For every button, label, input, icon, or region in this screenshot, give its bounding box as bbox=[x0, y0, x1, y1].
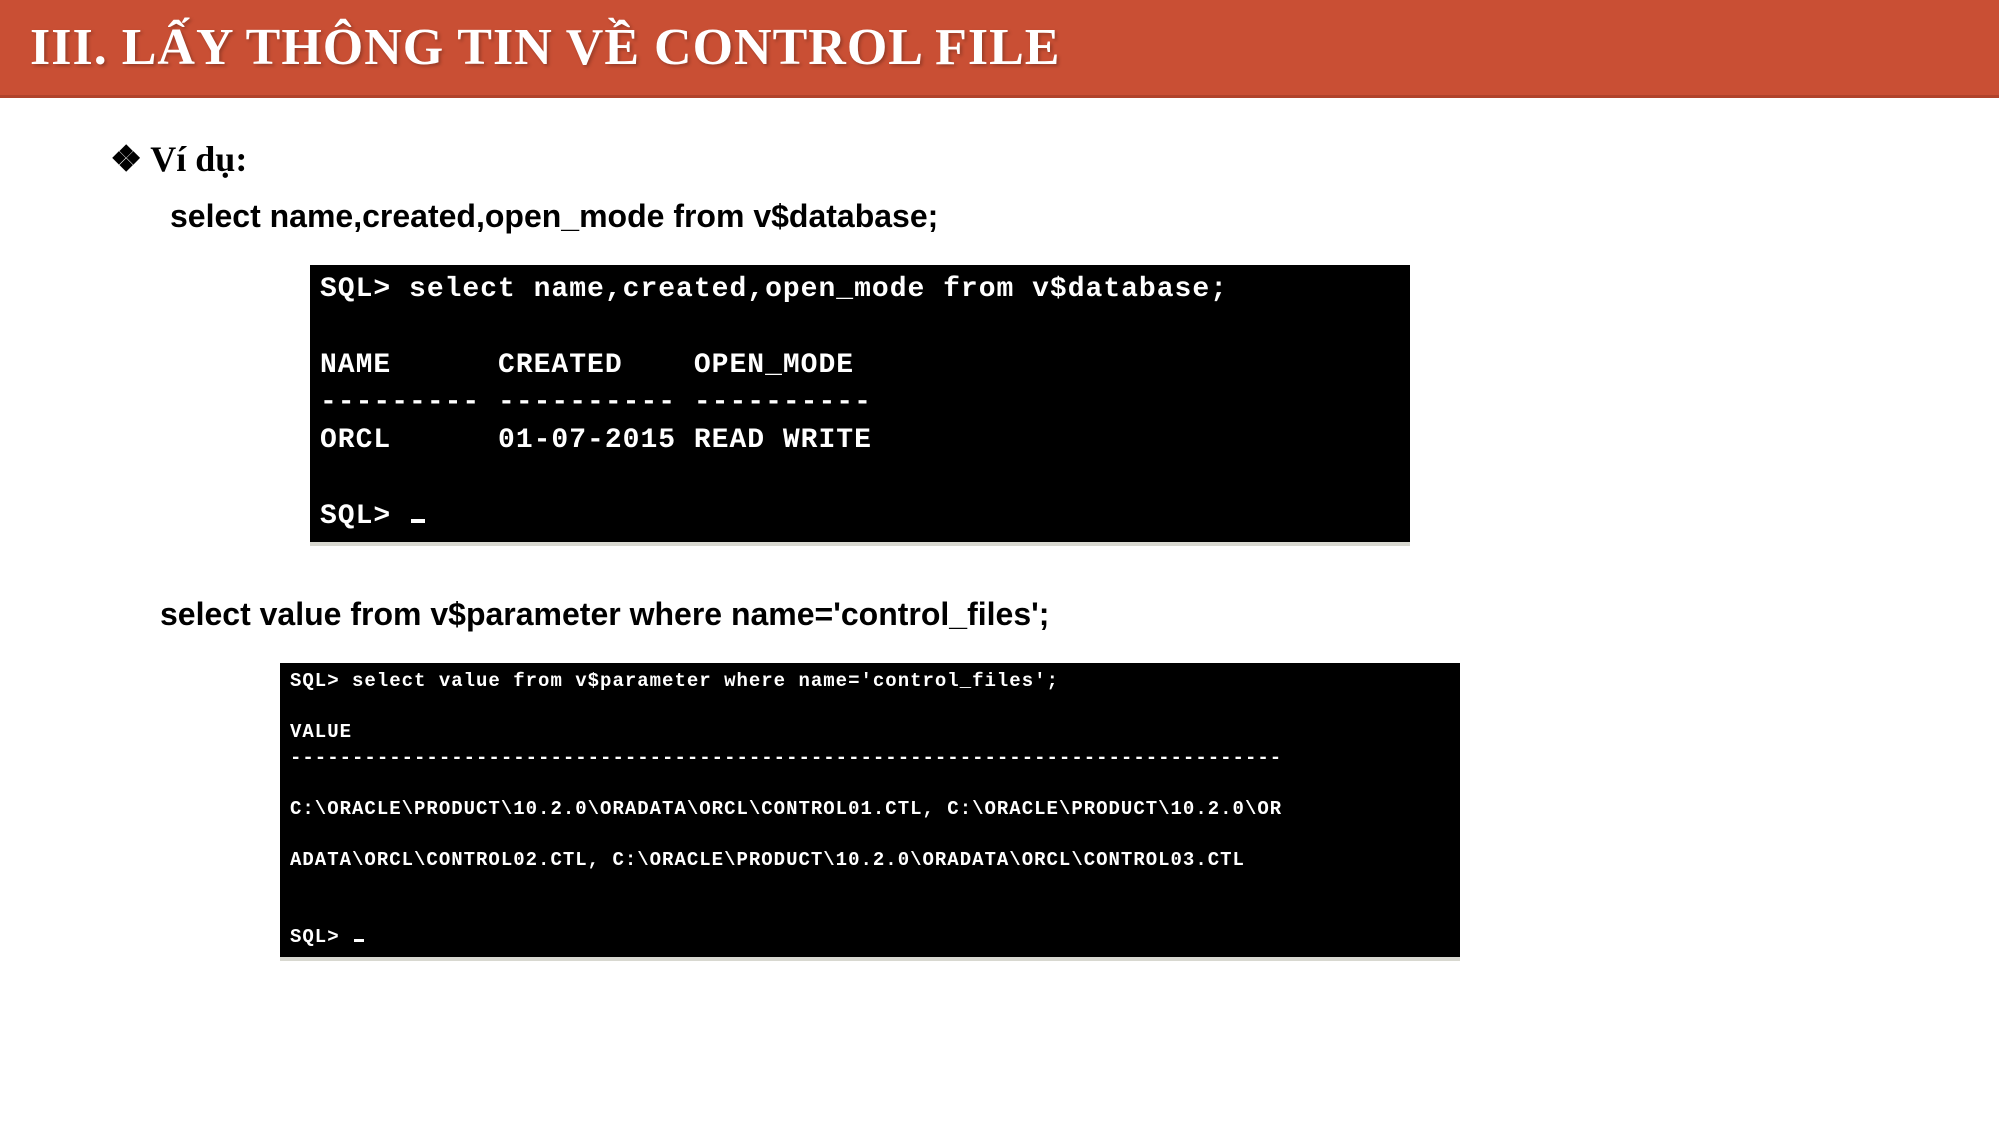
t1-line7: SQL> bbox=[320, 501, 409, 532]
slide-title: III. LẤY THÔNG TIN VỀ CONTROL FILE bbox=[30, 19, 1060, 76]
bullet-icon: ❖ bbox=[110, 138, 142, 179]
t1-line4: --------- ---------- ---------- bbox=[320, 387, 872, 418]
t2-line8: ADATA\ORCL\CONTROL02.CTL, C:\ORACLE\PROD… bbox=[290, 849, 1245, 871]
example-label: Ví dụ: bbox=[150, 139, 247, 179]
example-header: ❖Ví dụ: bbox=[110, 138, 1899, 180]
cursor-icon bbox=[411, 519, 425, 523]
t1-line5: ORCL 01-07-2015 READ WRITE bbox=[320, 425, 872, 456]
t1-line1: SQL> select name,created,open_mode from … bbox=[320, 274, 1228, 305]
slide-title-bar: III. LẤY THÔNG TIN VỀ CONTROL FILE bbox=[0, 0, 1999, 98]
t2-line3: VALUE bbox=[290, 721, 352, 743]
cursor-icon bbox=[354, 939, 364, 942]
terminal-output-1: SQL> select name,created,open_mode from … bbox=[310, 265, 1410, 546]
t2-line11: SQL> bbox=[290, 926, 352, 948]
sql-statement-2: select value from v$parameter where name… bbox=[160, 596, 1899, 633]
t2-line6: C:\ORACLE\PRODUCT\10.2.0\ORADATA\ORCL\CO… bbox=[290, 798, 1282, 820]
t2-line4: ----------------------------------------… bbox=[290, 747, 1282, 769]
t1-line3: NAME CREATED OPEN_MODE bbox=[320, 350, 854, 381]
t2-line1: SQL> select value from v$parameter where… bbox=[290, 670, 1059, 692]
terminal-output-2: SQL> select value from v$parameter where… bbox=[280, 663, 1460, 961]
slide-content: ❖Ví dụ: select name,created,open_mode fr… bbox=[0, 98, 1999, 961]
sql-statement-1: select name,created,open_mode from v$dat… bbox=[170, 198, 1899, 235]
